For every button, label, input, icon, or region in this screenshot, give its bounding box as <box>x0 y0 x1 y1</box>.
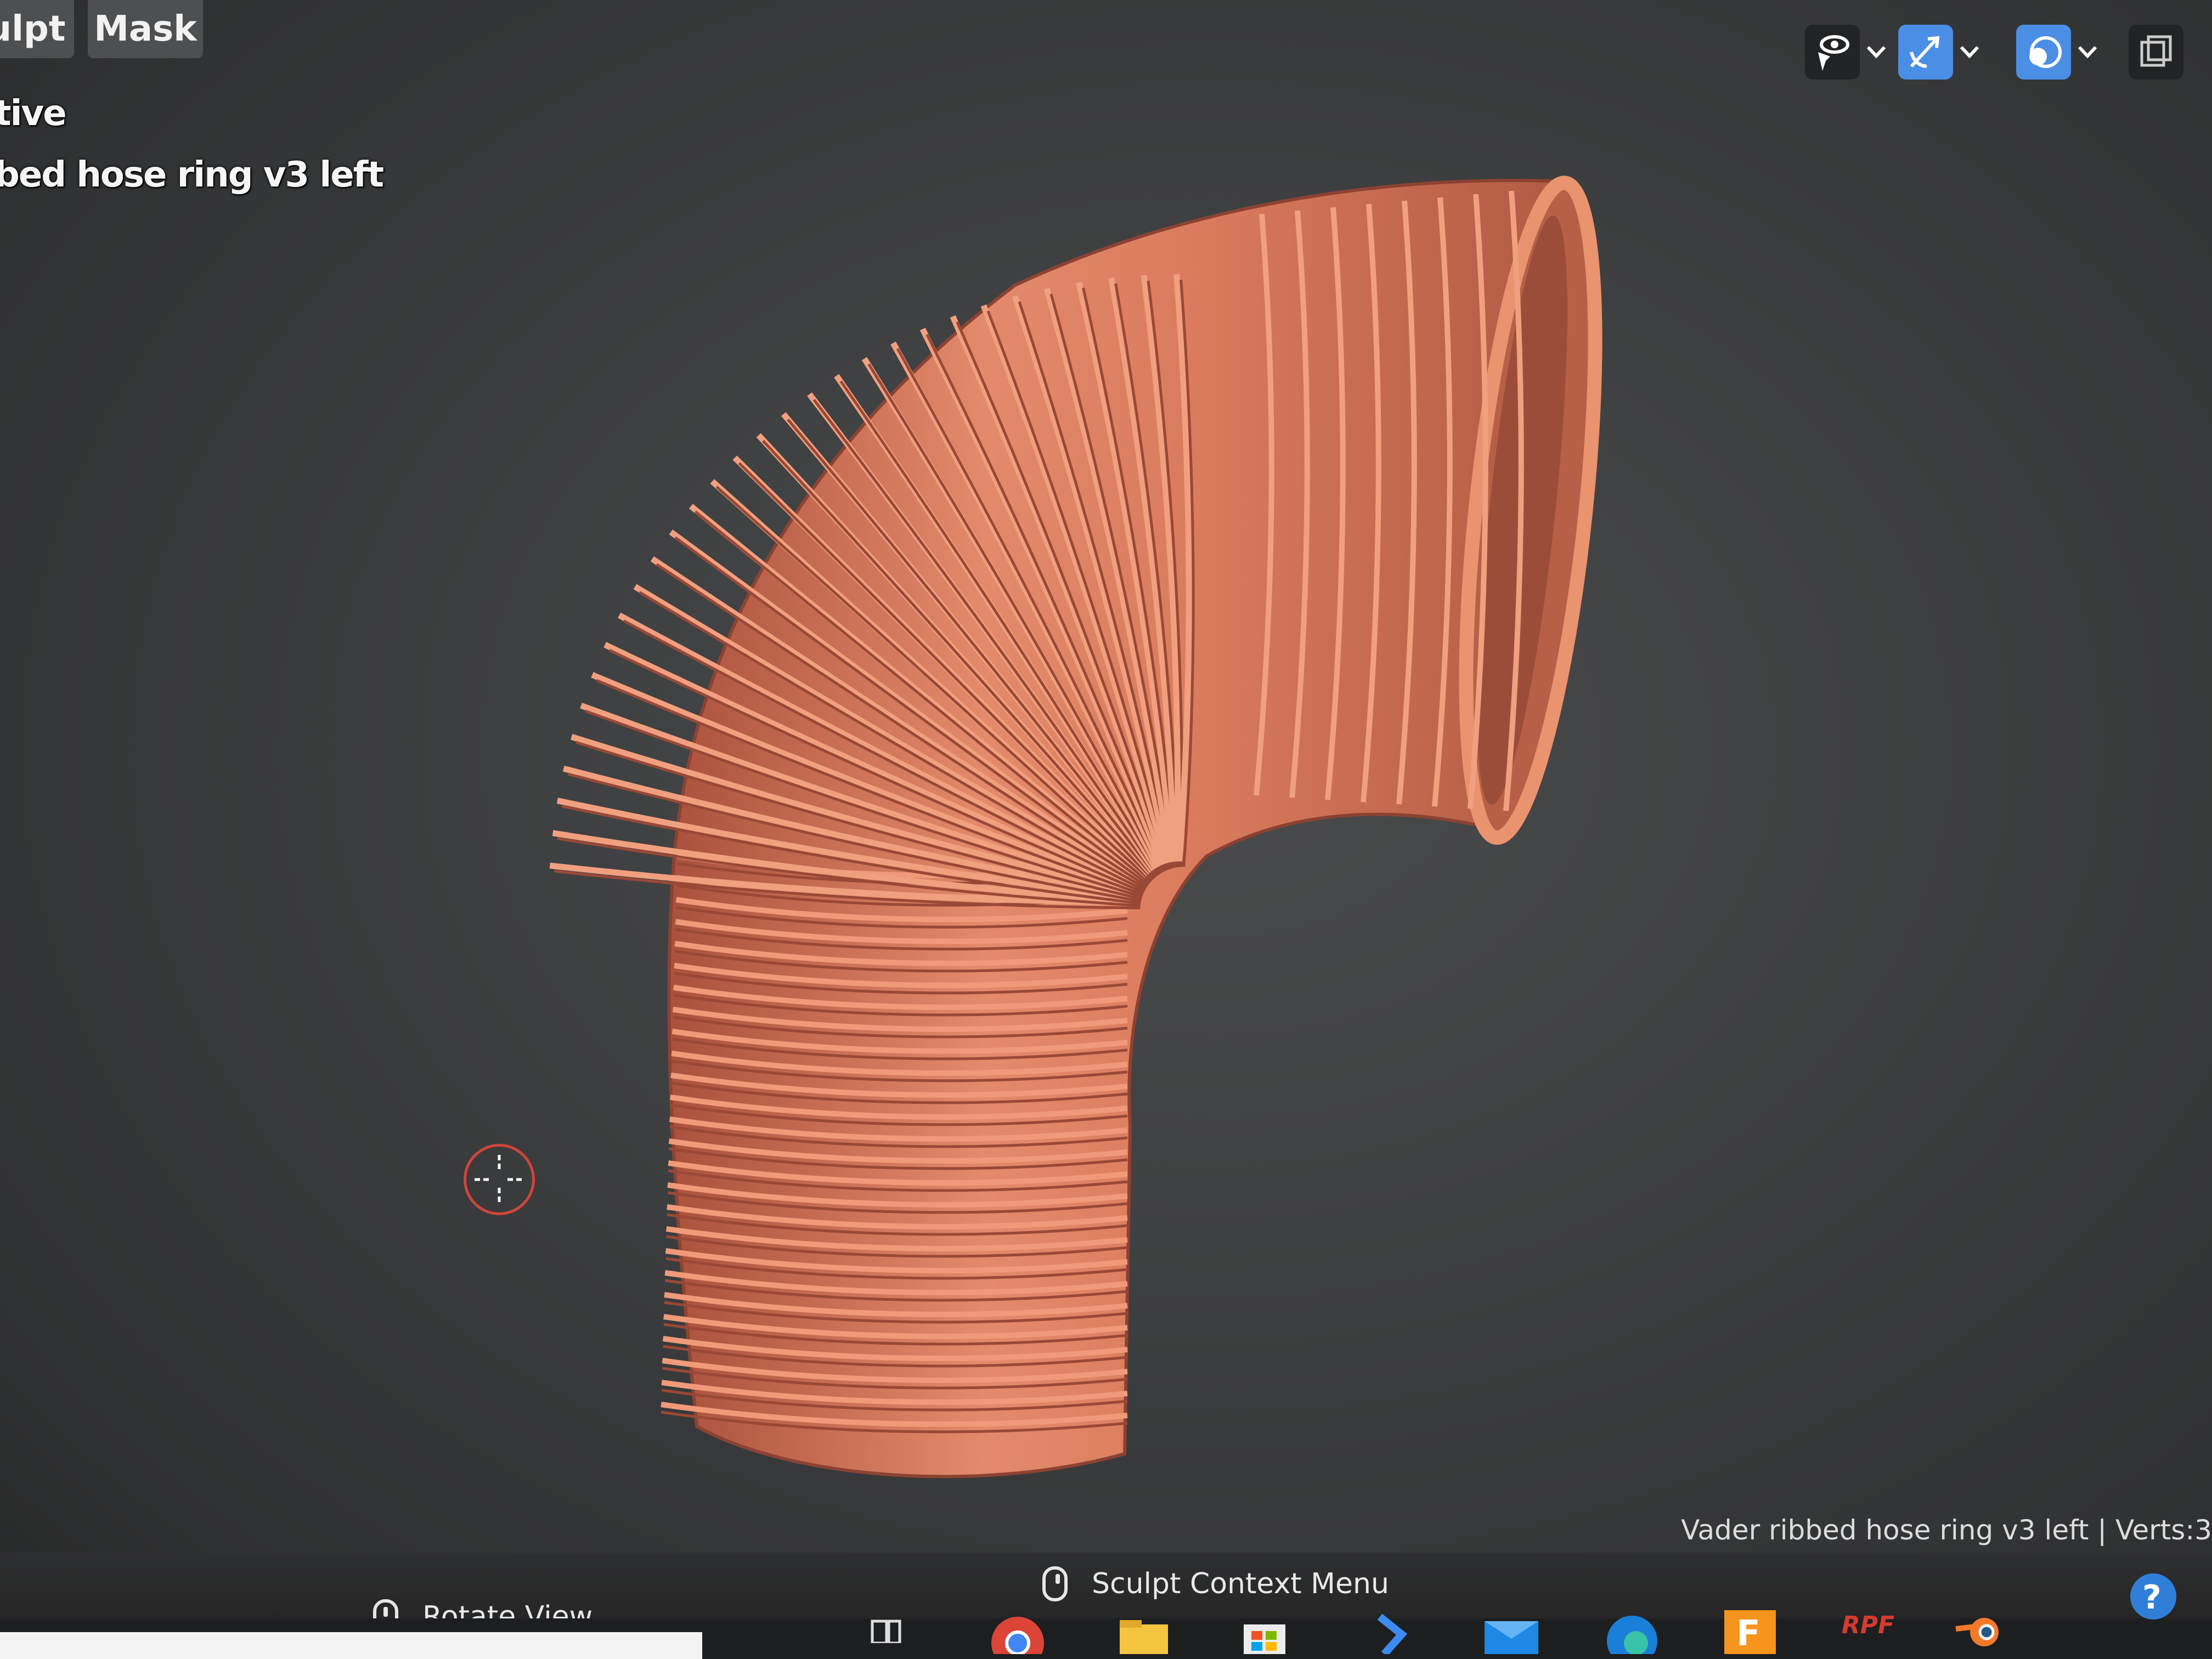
task-view-icon[interactable] <box>856 1610 916 1659</box>
menu-tab-mask-label: Mask <box>94 9 197 49</box>
fusion-360-icon[interactable]: F <box>1720 1610 1780 1659</box>
visual-studio-icon[interactable] <box>1361 1610 1421 1659</box>
viewport-mode-text: tive <box>0 93 67 134</box>
viewport-object-name: bed hose ring v3 left <box>0 155 384 195</box>
gizmo-tool-group[interactable] <box>1898 22 1986 82</box>
menu-tab-sculpt-label: ulpt <box>0 9 66 49</box>
store-icon[interactable] <box>1234 1610 1295 1659</box>
mail-icon[interactable] <box>1481 1610 1542 1659</box>
rpf-app-icon[interactable]: RPF <box>1838 1610 1898 1659</box>
chevron-down-icon[interactable] <box>1860 25 1893 80</box>
xray-toggle-icon[interactable] <box>2129 25 2183 80</box>
viewport-3d[interactable] <box>0 0 2212 1564</box>
gizmo-icon[interactable] <box>1898 25 1953 80</box>
hose-mesh[interactable] <box>549 176 1620 1479</box>
taskbar-search-box[interactable] <box>0 1632 702 1659</box>
chrome-icon[interactable] <box>988 1610 1048 1659</box>
overlay-icon[interactable] <box>2016 25 2071 80</box>
status-sculpt-context: Sculpt Context Menu <box>1042 1566 1389 1601</box>
menu-tab-sculpt[interactable]: ulpt <box>0 0 74 58</box>
menu-tab-mask[interactable]: Mask <box>88 0 203 58</box>
file-explorer-icon[interactable] <box>1114 1610 1174 1659</box>
help-icon[interactable]: ? <box>2123 1569 2183 1620</box>
status-scene-info: Vader ribbed hose ring v3 left | Verts:3 <box>1681 1514 2212 1546</box>
3d-cursor-icon[interactable] <box>464 1144 535 1215</box>
overlay-tool-group[interactable] <box>2016 22 2104 82</box>
svg-text:F: F <box>1736 1613 1760 1654</box>
status-context-label: Sculpt Context Menu <box>1092 1567 1389 1600</box>
visibility-tool-group[interactable] <box>1805 22 1893 82</box>
chevron-down-icon[interactable] <box>1953 25 1986 80</box>
rpf-app-label: RPF <box>1841 1611 1895 1639</box>
visibility-eye-icon[interactable] <box>1805 25 1860 80</box>
mouse-right-icon <box>1042 1566 1068 1601</box>
xray-tool-group[interactable] <box>2129 22 2183 82</box>
chevron-down-icon[interactable] <box>2071 25 2104 80</box>
edge-icon[interactable] <box>1602 1610 1662 1659</box>
blender-icon[interactable] <box>1950 1610 2011 1659</box>
svg-text:?: ? <box>2142 1578 2162 1617</box>
